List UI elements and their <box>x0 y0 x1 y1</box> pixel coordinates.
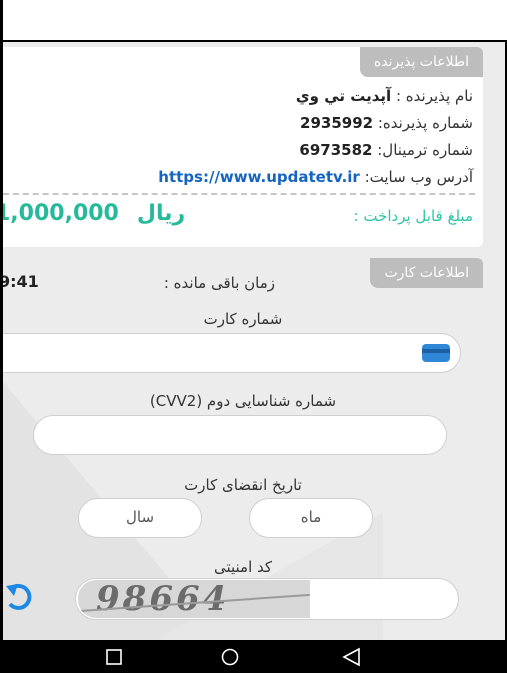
terminal-number-value: 6973582 <box>299 141 373 159</box>
expiry-year-input[interactable]: سال <box>78 498 202 538</box>
card-number-input[interactable] <box>3 333 461 373</box>
refresh-icon[interactable] <box>6 582 34 614</box>
system-navigation-bar <box>0 640 507 673</box>
cvv2-input[interactable] <box>33 415 447 455</box>
circle-icon[interactable] <box>200 640 260 673</box>
merchant-name-row: نام پذیرنده : آپدیت تي وي <box>296 87 473 105</box>
cvv2-label: شماره شناسایی دوم (CVV2) <box>149 392 337 410</box>
merchant-number-row: شماره پذیرنده: 2935992 <box>300 114 473 132</box>
merchant-info-header: اطلاعات پذیرنده <box>359 47 483 77</box>
merchant-number-label: شماره پذیرنده: <box>373 114 473 132</box>
expiry-date-label: تاریخ انقضای کارت <box>184 476 302 494</box>
currency-label: ریال <box>136 201 186 226</box>
payable-amount-label: مبلغ قابل پرداخت : <box>353 207 473 225</box>
captcha-code: 98664 <box>96 580 230 618</box>
expiry-year-placeholder: سال <box>125 508 155 526</box>
website-link[interactable]: https://www.updatetv.ir <box>158 168 360 186</box>
expiry-month-placeholder: ماه <box>300 508 322 526</box>
merchant-info-card: اطلاعات پذیرنده نام پذیرنده : آپدیت تي و… <box>3 47 483 247</box>
merchant-name-label: نام پذیرنده : <box>391 87 473 105</box>
website-label: آدرس وب سایت: <box>359 168 473 186</box>
payment-page: اطلاعات پذیرنده نام پذیرنده : آپدیت تي و… <box>3 42 505 640</box>
credit-card-icon <box>422 344 450 362</box>
payable-amount-value: 1,000,000 <box>3 201 119 226</box>
expiry-month-input[interactable]: ماه <box>249 498 373 538</box>
dashed-divider <box>3 193 475 195</box>
browser-top-bar <box>0 0 507 42</box>
triangle-icon[interactable] <box>322 640 382 673</box>
captcha-image: 98664 <box>78 580 310 618</box>
card-number-label: شماره کارت <box>203 310 283 328</box>
website-row: آدرس وب سایت: https://www.updatetv.ir <box>158 168 473 186</box>
card-info-header: اطلاعات کارت <box>370 258 483 288</box>
terminal-number-row: شماره ترمینال: 6973582 <box>299 141 473 159</box>
remaining-time-label: زمان باقی مانده : <box>163 274 275 292</box>
captcha-label: کد امنیتی <box>213 558 273 576</box>
terminal-number-label: شماره ترمینال: <box>372 141 473 159</box>
remaining-time-value: 9:41 <box>3 272 39 291</box>
square-icon[interactable] <box>84 640 144 673</box>
payable-amount: ریال 1,000,000 <box>3 201 203 226</box>
merchant-name-value: آپدیت تي وي <box>295 87 392 105</box>
merchant-number-value: 2935992 <box>300 114 374 132</box>
